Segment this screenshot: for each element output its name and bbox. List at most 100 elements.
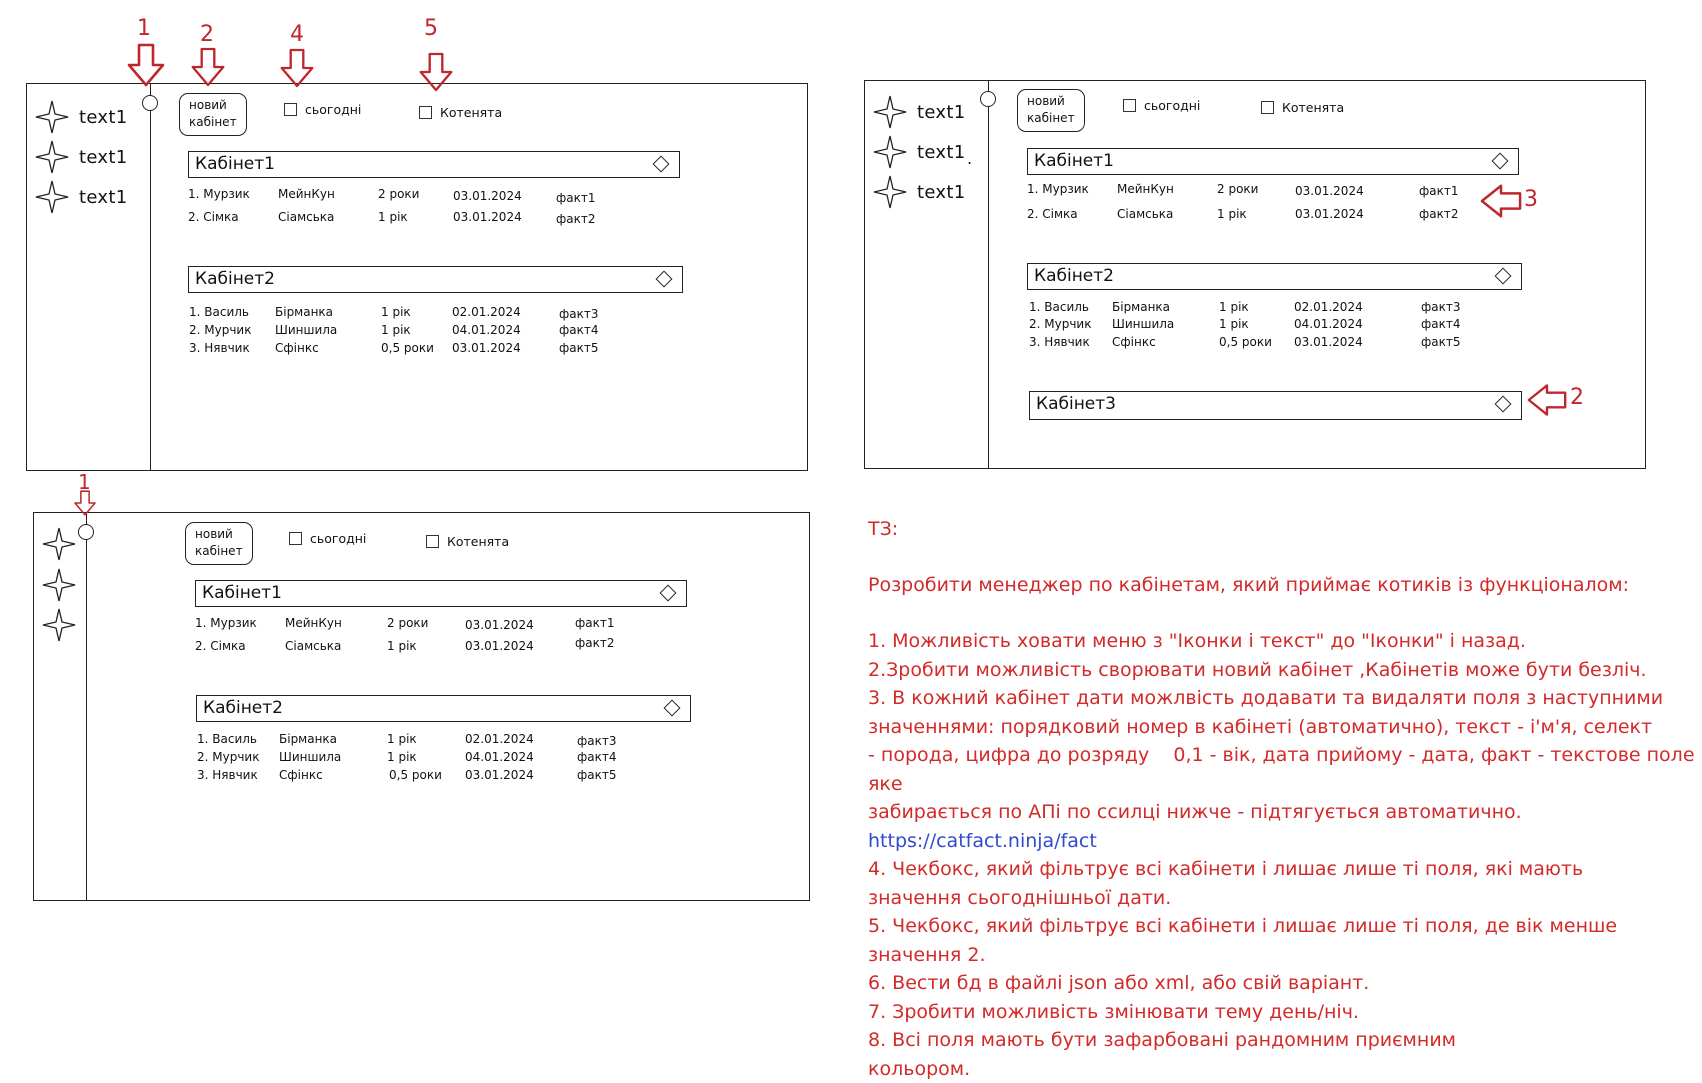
star-icon: [35, 140, 69, 174]
arrow-down-icon: [71, 490, 99, 516]
task-item: 7. Зробити можливість змінювати тему ден…: [868, 998, 1698, 1027]
sidebar-item-3[interactable]: text1: [35, 180, 127, 214]
sidebar-item-2[interactable]: text1: [35, 140, 127, 174]
new-cabinet-label-1: новий: [195, 526, 243, 543]
annotation-number: 3: [1524, 187, 1538, 212]
task-item: значення сьогоднішньої дати.: [868, 884, 1698, 913]
stray-dot: .: [967, 149, 972, 168]
sidebar-item-2[interactable]: [42, 568, 76, 602]
cabinet-header[interactable]: Кабінет1: [195, 580, 687, 607]
new-cabinet-label-2: кабінет: [195, 543, 243, 560]
task-item: забирається по АПі по ссилці нижче - під…: [868, 798, 1698, 827]
sidebar-item-label: text1: [79, 187, 127, 208]
sidebar-item-1[interactable]: text1: [35, 100, 127, 134]
cabinet-title: Кабінет1: [195, 154, 275, 174]
today-checkbox[interactable]: сьогодні: [1123, 98, 1200, 113]
task-item: кольором.: [868, 1055, 1698, 1083]
cabinet-header[interactable]: Кабінет2: [1027, 263, 1522, 290]
checkbox-box[interactable]: [426, 535, 439, 548]
arrow-left-icon: [1480, 183, 1522, 219]
task-item: значеннями: порядковий номер в кабінеті …: [868, 713, 1698, 742]
task-item: значення 2.: [868, 941, 1698, 970]
new-cabinet-button[interactable]: новий кабінет: [179, 93, 247, 136]
star-icon: [35, 180, 69, 214]
today-checkbox[interactable]: сьогодні: [289, 531, 366, 546]
cabinet-header[interactable]: Кабінет2: [188, 266, 683, 293]
dropdown-diamond-icon[interactable]: [656, 271, 673, 288]
sidebar-item-3[interactable]: [42, 608, 76, 642]
today-checkbox[interactable]: сьогодні: [284, 102, 361, 117]
checkbox-box[interactable]: [1123, 99, 1136, 112]
star-icon: [42, 568, 76, 602]
annotation-number: 4: [290, 22, 304, 47]
star-icon: [42, 527, 76, 561]
arrow-down-icon: [418, 44, 454, 100]
kittens-label: Котенята: [447, 534, 509, 549]
task-spec-intro: Розробити менеджер по кабінетам, який пр…: [868, 571, 1698, 600]
dropdown-diamond-icon[interactable]: [653, 156, 670, 173]
sidebar-collapsed: [34, 513, 87, 900]
kittens-checkbox[interactable]: Котенята: [426, 534, 509, 549]
dropdown-diamond-icon[interactable]: [1492, 153, 1509, 170]
kittens-checkbox[interactable]: Котенята: [1261, 100, 1344, 115]
checkbox-box[interactable]: [284, 103, 297, 116]
today-label: сьогодні: [1144, 98, 1200, 113]
new-cabinet-button[interactable]: новий кабінет: [1017, 89, 1085, 132]
cabinet-header[interactable]: Кабінет3: [1029, 391, 1522, 420]
star-icon: [873, 175, 907, 209]
checkbox-box[interactable]: [289, 532, 302, 545]
sidebar-item-label: text1: [917, 102, 965, 123]
cabinet-title: Кабінет2: [1034, 266, 1114, 286]
cabinet-header[interactable]: Кабінет2: [196, 695, 691, 722]
new-cabinet-label-1: новий: [1027, 93, 1075, 110]
wireframe-collapsed-menu: новий кабінет сьогодні Котенята Кабінет1…: [33, 512, 810, 901]
cabinet-header[interactable]: Кабінет1: [1027, 148, 1519, 175]
sidebar-item-1[interactable]: text1: [873, 95, 965, 129]
star-icon: [873, 135, 907, 169]
task-item: 3. В кожний кабінет дати можлвість додав…: [868, 684, 1698, 713]
kittens-checkbox[interactable]: Котенята: [419, 105, 502, 120]
dropdown-diamond-icon[interactable]: [664, 700, 681, 717]
api-link[interactable]: https://catfact.ninja/fact: [868, 827, 1698, 856]
menu-toggle[interactable]: [78, 524, 94, 540]
task-item: 2.Зробити можливість сворювати новий каб…: [868, 656, 1698, 685]
new-cabinet-label-2: кабінет: [1027, 110, 1075, 127]
sidebar-item-1[interactable]: [42, 527, 76, 561]
today-label: сьогодні: [310, 531, 366, 546]
menu-toggle[interactable]: [980, 91, 996, 107]
task-item: 6. Вести бд в файлі json або xml, або св…: [868, 969, 1698, 998]
checkbox-box[interactable]: [1261, 101, 1274, 114]
task-spec-items: 1. Можливість ховати меню з "Іконки і те…: [868, 627, 1698, 1083]
dropdown-diamond-icon[interactable]: [1495, 268, 1512, 285]
arrow-down-icon: [279, 45, 315, 91]
star-icon: [42, 608, 76, 642]
new-cabinet-button[interactable]: новий кабінет: [185, 522, 253, 565]
sidebar-expanded: text1 text1 text1: [865, 81, 989, 468]
dropdown-diamond-icon[interactable]: [1495, 396, 1512, 413]
sidebar-expanded: text1 text1 text1: [27, 84, 151, 470]
cabinet-title: Кабінет1: [202, 583, 282, 603]
sidebar-item-3[interactable]: text1: [873, 175, 965, 209]
new-cabinet-label-2: кабінет: [189, 114, 237, 131]
annotation-number: 2: [1570, 385, 1584, 410]
checkbox-box[interactable]: [419, 106, 432, 119]
cabinet-header[interactable]: Кабінет1: [188, 151, 680, 178]
sidebar-item-label: text1: [917, 182, 965, 203]
task-item: 4. Чекбокс, який фільтрує всі кабінети і…: [868, 855, 1698, 884]
cabinet-title: Кабінет3: [1036, 394, 1116, 414]
wireframe-expanded-menu: text1 text1 text1 новий кабінет сьогодні…: [26, 83, 808, 471]
task-item: - порода, цифра до розряду 0,1 - вік, да…: [868, 741, 1698, 798]
kittens-label: Котенята: [1282, 100, 1344, 115]
arrow-down-icon: [126, 42, 166, 88]
task-heading: ТЗ:: [868, 515, 1698, 544]
sidebar-item-label: text1: [79, 107, 127, 128]
task-item: 1. Можливість ховати меню з "Іконки і те…: [868, 627, 1698, 656]
today-label: сьогодні: [305, 102, 361, 117]
sidebar-item-2[interactable]: text1: [873, 135, 965, 169]
star-icon: [873, 95, 907, 129]
cabinet-title: Кабінет1: [1034, 151, 1114, 171]
menu-toggle[interactable]: [142, 95, 158, 111]
dropdown-diamond-icon[interactable]: [660, 585, 677, 602]
arrow-left-icon: [1527, 383, 1567, 417]
cabinet-title: Кабінет2: [203, 698, 283, 718]
